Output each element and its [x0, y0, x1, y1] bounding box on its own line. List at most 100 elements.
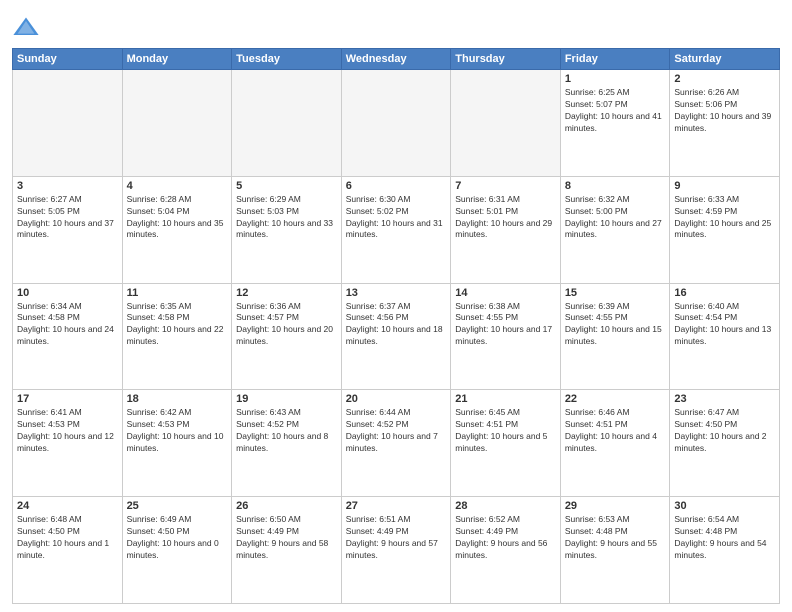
day-info: Sunrise: 6:42 AMSunset: 4:53 PMDaylight:…: [127, 407, 228, 455]
day-number: 25: [127, 500, 228, 512]
calendar-cell: 14 Sunrise: 6:38 AMSunset: 4:55 PMDayligh…: [451, 283, 561, 390]
page-container: SundayMondayTuesdayWednesdayThursdayFrid…: [0, 0, 792, 612]
calendar-header-wednesday: Wednesday: [341, 49, 451, 70]
day-info: Sunrise: 6:46 AMSunset: 4:51 PMDaylight:…: [565, 407, 666, 455]
calendar-cell: 4 Sunrise: 6:28 AMSunset: 5:04 PMDaylight…: [122, 176, 232, 283]
day-info: Sunrise: 6:44 AMSunset: 4:52 PMDaylight:…: [346, 407, 447, 455]
calendar-header-saturday: Saturday: [670, 49, 780, 70]
day-number: 28: [455, 500, 556, 512]
day-number: 26: [236, 500, 337, 512]
day-info: Sunrise: 6:28 AMSunset: 5:04 PMDaylight:…: [127, 194, 228, 242]
calendar-cell: 17 Sunrise: 6:41 AMSunset: 4:53 PMDayligh…: [13, 390, 123, 497]
day-info: Sunrise: 6:31 AMSunset: 5:01 PMDaylight:…: [455, 194, 556, 242]
day-info: Sunrise: 6:53 AMSunset: 4:48 PMDaylight:…: [565, 514, 666, 562]
day-info: Sunrise: 6:36 AMSunset: 4:57 PMDaylight:…: [236, 301, 337, 349]
day-number: 3: [17, 180, 118, 192]
day-info: Sunrise: 6:54 AMSunset: 4:48 PMDaylight:…: [674, 514, 775, 562]
day-info: Sunrise: 6:48 AMSunset: 4:50 PMDaylight:…: [17, 514, 118, 562]
calendar-week-2: 3 Sunrise: 6:27 AMSunset: 5:05 PMDaylight…: [13, 176, 780, 283]
calendar-cell: 12Sunrise: 6:36 AMSunset: 4:57 PMDayligh…: [232, 283, 342, 390]
day-info: Sunrise: 6:37 AMSunset: 4:56 PMDaylight:…: [346, 301, 447, 349]
day-info: Sunrise: 6:45 AMSunset: 4:51 PMDaylight:…: [455, 407, 556, 455]
calendar-cell: 1 Sunrise: 6:25 AMSunset: 5:07 PMDaylight…: [560, 70, 670, 177]
day-number: 23: [674, 393, 775, 405]
calendar-cell: [122, 70, 232, 177]
day-info: Sunrise: 6:27 AMSunset: 5:05 PMDaylight:…: [17, 194, 118, 242]
day-info: Sunrise: 6:35 AMSunset: 4:58 PMDaylight:…: [127, 301, 228, 349]
day-number: 18: [127, 393, 228, 405]
calendar-cell: 29 Sunrise: 6:53 AMSunset: 4:48 PMDayligh…: [560, 497, 670, 604]
day-info: Sunrise: 6:50 AMSunset: 4:49 PMDaylight:…: [236, 514, 337, 562]
day-info: Sunrise: 6:32 AMSunset: 5:00 PMDaylight:…: [565, 194, 666, 242]
day-info: Sunrise: 6:49 AMSunset: 4:50 PMDaylight:…: [127, 514, 228, 562]
calendar-header-tuesday: Tuesday: [232, 49, 342, 70]
day-number: 14: [455, 287, 556, 299]
calendar-cell: 7 Sunrise: 6:31 AMSunset: 5:01 PMDaylight…: [451, 176, 561, 283]
calendar-header-row: SundayMondayTuesdayWednesdayThursdayFrid…: [13, 49, 780, 70]
calendar-cell: 9Sunrise: 6:33 AMSunset: 4:59 PMDaylight…: [670, 176, 780, 283]
day-number: 5: [236, 180, 337, 192]
day-number: 11: [127, 287, 228, 299]
day-info: Sunrise: 6:26 AMSunset: 5:06 PMDaylight:…: [674, 87, 775, 135]
calendar-header-thursday: Thursday: [451, 49, 561, 70]
day-number: 2: [674, 73, 775, 85]
calendar-cell: 27 Sunrise: 6:51 AMSunset: 4:49 PMDayligh…: [341, 497, 451, 604]
day-number: 15: [565, 287, 666, 299]
logo: [12, 14, 44, 42]
calendar-cell: 5 Sunrise: 6:29 AMSunset: 5:03 PMDaylight…: [232, 176, 342, 283]
day-number: 8: [565, 180, 666, 192]
logo-icon: [12, 14, 40, 42]
day-info: Sunrise: 6:51 AMSunset: 4:49 PMDaylight:…: [346, 514, 447, 562]
day-number: 22: [565, 393, 666, 405]
calendar-cell: 30 Sunrise: 6:54 AMSunset: 4:48 PMDayligh…: [670, 497, 780, 604]
day-info: Sunrise: 6:38 AMSunset: 4:55 PMDaylight:…: [455, 301, 556, 349]
calendar-cell: [232, 70, 342, 177]
day-number: 29: [565, 500, 666, 512]
day-number: 21: [455, 393, 556, 405]
calendar-cell: 16Sunrise: 6:40 AMSunset: 4:54 PMDayligh…: [670, 283, 780, 390]
calendar-week-5: 24 Sunrise: 6:48 AMSunset: 4:50 PMDayligh…: [13, 497, 780, 604]
day-number: 4: [127, 180, 228, 192]
calendar-week-1: 1 Sunrise: 6:25 AMSunset: 5:07 PMDaylight…: [13, 70, 780, 177]
day-number: 9: [674, 180, 775, 192]
day-number: 30: [674, 500, 775, 512]
calendar-week-4: 17 Sunrise: 6:41 AMSunset: 4:53 PMDayligh…: [13, 390, 780, 497]
day-number: 1: [565, 73, 666, 85]
day-info: Sunrise: 6:47 AMSunset: 4:50 PMDaylight:…: [674, 407, 775, 455]
calendar-cell: 24 Sunrise: 6:48 AMSunset: 4:50 PMDayligh…: [13, 497, 123, 604]
calendar-cell: 26 Sunrise: 6:50 AMSunset: 4:49 PMDayligh…: [232, 497, 342, 604]
calendar-cell: 20 Sunrise: 6:44 AMSunset: 4:52 PMDayligh…: [341, 390, 451, 497]
day-info: Sunrise: 6:39 AMSunset: 4:55 PMDaylight:…: [565, 301, 666, 349]
day-number: 20: [346, 393, 447, 405]
calendar-cell: [451, 70, 561, 177]
calendar-cell: 2 Sunrise: 6:26 AMSunset: 5:06 PMDaylight…: [670, 70, 780, 177]
header: [12, 10, 780, 42]
day-info: Sunrise: 6:43 AMSunset: 4:52 PMDaylight:…: [236, 407, 337, 455]
day-info: Sunrise: 6:40 AMSunset: 4:54 PMDaylight:…: [674, 301, 775, 349]
day-number: 17: [17, 393, 118, 405]
calendar-cell: 6Sunrise: 6:30 AMSunset: 5:02 PMDaylight…: [341, 176, 451, 283]
calendar-cell: 11 Sunrise: 6:35 AMSunset: 4:58 PMDayligh…: [122, 283, 232, 390]
day-number: 13: [346, 287, 447, 299]
calendar-cell: 28Sunrise: 6:52 AMSunset: 4:49 PMDayligh…: [451, 497, 561, 604]
day-number: 27: [346, 500, 447, 512]
calendar-week-3: 10Sunrise: 6:34 AMSunset: 4:58 PMDayligh…: [13, 283, 780, 390]
calendar-cell: 23 Sunrise: 6:47 AMSunset: 4:50 PMDayligh…: [670, 390, 780, 497]
calendar-cell: [13, 70, 123, 177]
calendar-cell: 3 Sunrise: 6:27 AMSunset: 5:05 PMDaylight…: [13, 176, 123, 283]
calendar-cell: 15 Sunrise: 6:39 AMSunset: 4:55 PMDayligh…: [560, 283, 670, 390]
calendar-cell: 18 Sunrise: 6:42 AMSunset: 4:53 PMDayligh…: [122, 390, 232, 497]
calendar-header-monday: Monday: [122, 49, 232, 70]
day-number: 24: [17, 500, 118, 512]
day-number: 7: [455, 180, 556, 192]
calendar-cell: 13 Sunrise: 6:37 AMSunset: 4:56 PMDayligh…: [341, 283, 451, 390]
calendar-cell: 10Sunrise: 6:34 AMSunset: 4:58 PMDayligh…: [13, 283, 123, 390]
day-info: Sunrise: 6:29 AMSunset: 5:03 PMDaylight:…: [236, 194, 337, 242]
day-info: Sunrise: 6:25 AMSunset: 5:07 PMDaylight:…: [565, 87, 666, 135]
calendar-table: SundayMondayTuesdayWednesdayThursdayFrid…: [12, 48, 780, 604]
day-info: Sunrise: 6:41 AMSunset: 4:53 PMDaylight:…: [17, 407, 118, 455]
day-number: 19: [236, 393, 337, 405]
calendar-header-sunday: Sunday: [13, 49, 123, 70]
day-number: 10: [17, 287, 118, 299]
calendar-cell: 25 Sunrise: 6:49 AMSunset: 4:50 PMDayligh…: [122, 497, 232, 604]
